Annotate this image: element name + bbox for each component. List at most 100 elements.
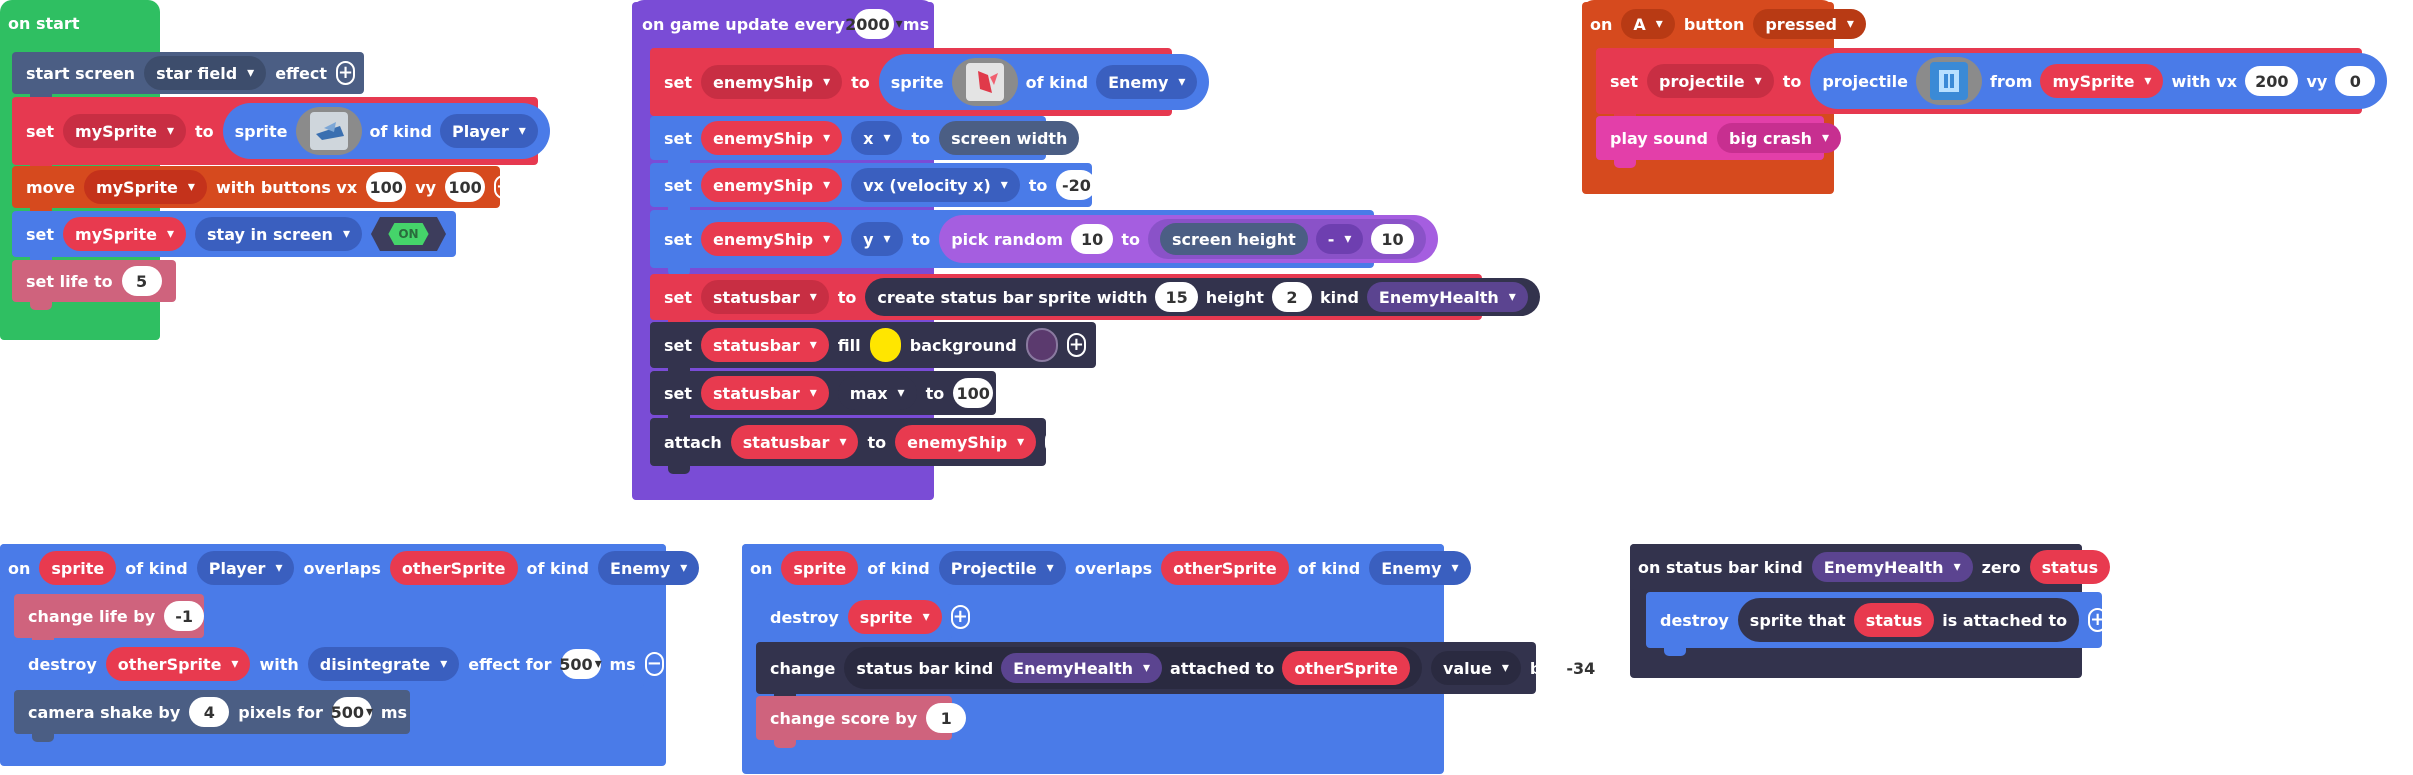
max-input[interactable]: 100 [953, 378, 994, 408]
height-input[interactable]: 2 [1271, 282, 1312, 312]
screen-height-block[interactable]: screen height [1159, 223, 1308, 255]
sprite-attached-block[interactable]: sprite that status is attached to [1737, 598, 2080, 642]
remove-icon[interactable]: − [644, 652, 664, 676]
move-block[interactable]: move mySprite with buttons vx 100 vy 100… [12, 166, 514, 216]
var-dropdown[interactable]: mySprite [63, 217, 187, 251]
var-dropdown[interactable]: otherSprite [105, 647, 251, 681]
change-status-block[interactable]: change status bar kind EnemyHealth attac… [756, 642, 1601, 702]
statusbar-kind-dropdown[interactable]: EnemyHealth [1811, 552, 1973, 582]
set-x-block[interactable]: set enemyShip x to screen width [650, 116, 1080, 168]
property-dropdown[interactable]: stay in screen [195, 217, 362, 251]
var-dropdown[interactable]: enemyShip [701, 168, 843, 202]
set-y-block[interactable]: set enemyShip y to pick random 10 to scr… [650, 210, 1438, 276]
other-sprite-param[interactable]: otherSprite [1161, 551, 1289, 585]
var-dropdown[interactable]: enemyShip [701, 65, 843, 99]
add-icon[interactable]: + [335, 61, 356, 85]
statusbar-max-block[interactable]: set statusbar max to 100 [650, 371, 996, 423]
remove-icon[interactable]: − [494, 175, 514, 199]
on-button-header[interactable]: on A button pressed [1582, 2, 1866, 54]
subtract-block[interactable]: screen height - 10 [1147, 219, 1426, 259]
effect-dropdown[interactable]: disintegrate [307, 647, 460, 681]
start-screen-block[interactable]: start screen star field effect + [12, 52, 364, 102]
subtract-input[interactable]: 10 [1371, 224, 1414, 254]
pick-random-block[interactable]: pick random 10 to screen height - 10 [939, 215, 1438, 263]
screen-width-block[interactable]: screen width [939, 121, 1080, 155]
destroy-sprite-block[interactable]: destroy sprite + [756, 594, 970, 648]
kind-dropdown[interactable]: Player [196, 551, 295, 585]
attach-block[interactable]: attach statusbar to enemyShip + [650, 418, 1065, 474]
kind-dropdown[interactable]: Enemy [1096, 65, 1198, 99]
set-enemy-block[interactable]: set enemyShip to sprite of kind Enemy [650, 48, 1210, 124]
effect-dropdown[interactable]: star field [144, 56, 267, 90]
var-dropdown[interactable]: enemyShip [701, 121, 843, 155]
operator-dropdown[interactable]: - [1315, 224, 1364, 254]
sprite-param[interactable]: sprite [781, 551, 859, 585]
var-dropdown[interactable]: mySprite [83, 170, 207, 204]
min-input[interactable]: 10 [1071, 224, 1114, 254]
life-delta-input[interactable]: -1 [164, 601, 205, 631]
create-status-bar-block[interactable]: create status bar sprite width 15 height… [865, 278, 1540, 316]
fill-color-swatch[interactable] [869, 328, 901, 362]
player-sprite-image[interactable] [295, 107, 362, 155]
kind-dropdown[interactable]: Projectile [938, 551, 1066, 585]
change-life-block[interactable]: change life by -1 [14, 594, 205, 646]
sprite-of-kind[interactable]: sprite of kind Player [222, 103, 550, 159]
sprite-of-kind[interactable]: sprite of kind Enemy [878, 54, 1210, 110]
vy-input[interactable]: 100 [445, 172, 486, 202]
kind-dropdown[interactable]: Enemy [1369, 551, 1471, 585]
life-input[interactable]: 5 [121, 266, 162, 296]
projectile-image[interactable] [1915, 57, 1982, 105]
ms-dropdown[interactable]: 500 [559, 649, 601, 679]
statusbar-fill-block[interactable]: set statusbar fill background + [650, 322, 1096, 376]
destroy-block[interactable]: destroy otherSprite with disintegrate ef… [14, 640, 664, 696]
kind-dropdown[interactable]: Enemy [598, 551, 700, 585]
vx-input[interactable]: 100 [366, 172, 407, 202]
var-dropdown[interactable]: sprite [847, 600, 942, 634]
sound-dropdown[interactable]: big crash [1717, 123, 1842, 153]
play-sound-block[interactable]: play sound big crash [1596, 116, 1842, 168]
target-dropdown[interactable]: enemyShip [895, 425, 1037, 459]
status-zero-header[interactable]: on status bar kind EnemyHealth zero stat… [1630, 544, 2111, 598]
set-statusbar-block[interactable]: set statusbar to create status bar sprit… [650, 274, 1540, 328]
change-score-block[interactable]: change score by 1 [756, 696, 967, 748]
var-dropdown[interactable]: statusbar [701, 376, 829, 410]
set-vx-block[interactable]: set enemyShip vx (velocity x) to -20 [650, 163, 1097, 215]
score-input[interactable]: 1 [926, 703, 967, 733]
event-dropdown[interactable]: pressed [1753, 9, 1866, 39]
property-dropdown[interactable]: x [851, 121, 903, 155]
var-dropdown[interactable]: enemyShip [701, 222, 843, 256]
game-update-header[interactable]: on game update every 2000 ms [632, 2, 934, 54]
var-dropdown[interactable]: statusbar [701, 280, 829, 314]
projectile-from-block[interactable]: projectile from mySprite with vx 200 vy … [1810, 53, 2388, 109]
set-life-block[interactable]: set life to 5 [12, 260, 176, 310]
var-dropdown[interactable]: statusbar [701, 328, 829, 362]
add-icon[interactable]: + [1045, 430, 1065, 454]
change-value-input[interactable]: -34 [1560, 653, 1601, 683]
enemy-sprite-image[interactable] [951, 58, 1018, 106]
overlap-player-header[interactable]: on sprite of kind Player overlaps otherS… [0, 544, 700, 600]
vy-input[interactable]: 0 [2335, 66, 2376, 96]
add-icon[interactable]: + [1066, 333, 1086, 357]
width-input[interactable]: 15 [1155, 282, 1198, 312]
interval-dropdown[interactable]: 2000 [845, 9, 894, 39]
var-dropdown[interactable]: projectile [1647, 64, 1774, 98]
property-dropdown[interactable]: value [1430, 651, 1521, 685]
shake-input[interactable]: 4 [189, 697, 230, 727]
statusbar-kind-dropdown[interactable]: EnemyHealth [1366, 282, 1528, 312]
property-dropdown[interactable]: y [851, 222, 903, 256]
add-icon[interactable]: + [950, 605, 970, 629]
overlap-projectile-header[interactable]: on sprite of kind Projectile overlaps ot… [742, 544, 1471, 600]
other-sprite-param[interactable]: otherSprite [389, 551, 518, 585]
on-toggle[interactable]: ON [370, 217, 446, 251]
statusbar-kind-dropdown[interactable]: EnemyHealth [1001, 653, 1163, 683]
sprite-param[interactable]: sprite [39, 551, 117, 585]
vx-input[interactable]: -20 [1056, 170, 1097, 200]
button-dropdown[interactable]: A [1621, 9, 1675, 39]
status-param[interactable]: status [1853, 603, 1935, 637]
ms-dropdown[interactable]: 500 [331, 697, 372, 727]
status-param[interactable]: status [2029, 550, 2111, 584]
kind-dropdown[interactable]: Player [440, 114, 538, 148]
var-dropdown[interactable]: statusbar [730, 425, 859, 459]
set-projectile-block[interactable]: set projectile to projectile from mySpri… [1596, 48, 2388, 122]
camera-shake-block[interactable]: camera shake by 4 pixels for 500 ms [14, 690, 410, 742]
